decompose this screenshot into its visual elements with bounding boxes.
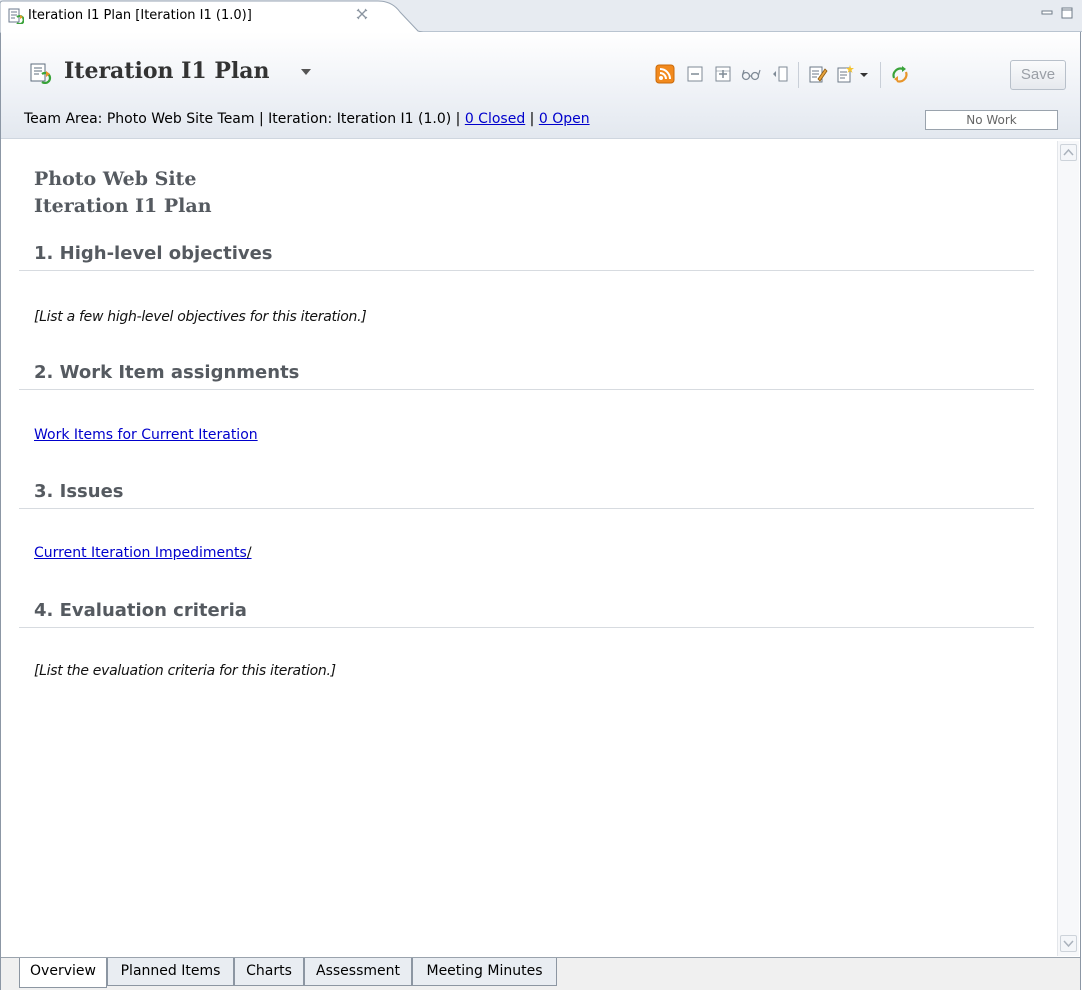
chevron-down-icon[interactable] [300,68,312,76]
edit-page-icon[interactable] [808,64,828,84]
doc-heading-plan: Iteration I1 Plan [34,195,212,217]
doc-heading-project: Photo Web Site [34,168,197,190]
tab-meeting-minutes[interactable]: Meeting Minutes [412,958,557,986]
plan-title: Iteration I1 Plan [64,58,270,84]
closed-link[interactable]: 0 Closed [465,111,525,127]
section-title-assignments: 2. Work Item assignments [34,362,300,383]
section-title-objectives: 1. High-level objectives [34,243,273,264]
dropdown-arrow-icon[interactable] [858,64,870,84]
plan-refresh-icon [8,8,24,24]
new-page-icon[interactable] [835,64,855,84]
glasses-icon[interactable] [741,64,761,84]
maximize-icon[interactable] [1060,6,1074,20]
plan-info-line: Team Area: Photo Web Site Team | Iterati… [24,111,590,127]
tab-overview[interactable]: Overview [19,958,107,988]
toolbar-separator [880,62,881,88]
rss-feed-icon[interactable] [655,64,675,84]
progress-bar: No Work [925,110,1058,130]
section-divider [19,508,1034,509]
team-area-text: Team Area: Photo Web Site Team | Iterati… [24,111,465,127]
section-title-evaluation: 4. Evaluation criteria [34,600,247,621]
tab-charts[interactable]: Charts [234,958,304,986]
scroll-up-button[interactable] [1060,144,1077,161]
scroll-down-button[interactable] [1060,935,1077,952]
work-items-link[interactable]: Work Items for Current Iteration [34,427,258,443]
minimize-icon[interactable] [1040,6,1054,20]
section-divider [19,389,1034,390]
collapse-all-icon[interactable] [685,64,705,84]
chevron-up-icon [1063,148,1074,156]
tab-planned-items[interactable]: Planned Items [107,958,234,986]
save-button[interactable]: Save [1010,60,1066,90]
side-panel-icon[interactable] [770,64,790,84]
open-link[interactable]: 0 Open [539,111,590,127]
impediments-link[interactable]: Current Iteration Impediments [34,545,247,561]
chevron-down-icon [1063,940,1074,948]
info-separator: | [525,111,539,127]
editor-tab[interactable]: Iteration I1 Plan [Iteration I1 (1.0)] [0,0,425,33]
editor-page-tabs: Overview Planned Items Charts Assessment… [1,957,1080,990]
refresh-icon[interactable] [890,64,910,84]
tab-assessment[interactable]: Assessment [304,958,412,986]
impediments-suffix: / [246,545,252,561]
expand-all-icon[interactable] [713,64,733,84]
plan-icon [30,63,52,84]
section-title-issues: 3. Issues [34,481,124,502]
editor-tab-strip: Iteration I1 Plan [Iteration I1 (1.0)] [0,0,1082,33]
toolbar-separator [798,62,799,88]
editor-tab-title: Iteration I1 Plan [Iteration I1 (1.0)] [28,8,252,23]
progress-label: No Work [966,113,1017,127]
objectives-text[interactable]: [List a few high-level objectives for th… [34,309,367,325]
vertical-scrollbar[interactable] [1057,141,1079,956]
impediments-line: Current Iteration Impediments/ [34,545,252,561]
close-icon[interactable] [355,7,369,21]
section-divider [19,627,1034,628]
section-divider [19,270,1034,271]
evaluation-text[interactable]: [List the evaluation criteria for this i… [34,663,336,679]
